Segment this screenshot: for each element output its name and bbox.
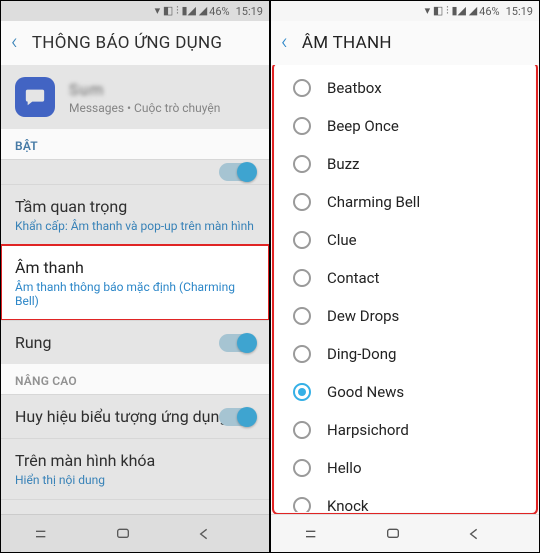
sound-option-label: Knock [327, 497, 369, 512]
radio-icon [293, 345, 311, 363]
clock: 15:19 [506, 5, 533, 18]
radio-icon [293, 155, 311, 173]
statusbar: ▾ ◧ ⫶ ▮◢ ◢ 46% 15:19 [1, 1, 269, 21]
sound-option[interactable]: Harpsichord [275, 411, 535, 449]
page-title: THÔNG BÁO ỨNG DỤNG [32, 33, 222, 53]
nav-back[interactable] [433, 515, 514, 552]
statusbar: ▾ ◧ ⫶ ▮◢ ◢ 46% 15:19 [271, 1, 539, 21]
master-toggle[interactable] [219, 163, 255, 181]
status-icons: ▾ ◧ ⫶ ▮◢ ◢ [155, 4, 208, 18]
advanced-header: NÂNG CAO [1, 364, 269, 394]
status-icons: ▾ ◧ ⫶ ▮◢ ◢ [425, 4, 478, 18]
messages-app-icon [15, 77, 55, 117]
settings-content: Sum Messages • Cuộc trò chuyện BẬT Tầm q… [1, 65, 269, 514]
sound-option-label: Good News [327, 383, 404, 401]
sound-option[interactable]: Good News [275, 373, 535, 411]
sound-option[interactable]: Dew Drops [275, 297, 535, 335]
sound-option-label: Clue [327, 231, 357, 249]
sound-option[interactable]: Buzz [275, 145, 535, 183]
sound-row[interactable]: Âm thanh Âm thanh thông báo mặc định (Ch… [1, 245, 269, 320]
sound-option-label: Hello [327, 459, 362, 477]
sound-title: Âm thanh [15, 258, 255, 277]
sound-option-label: Charming Bell [327, 193, 420, 211]
sound-option[interactable]: Ding-Dong [275, 335, 535, 373]
sound-option[interactable]: Beep Once [275, 107, 535, 145]
dnd-row[interactable]: Ng.lệ Không làm phiền tùy ch... Cho phép… [1, 499, 269, 514]
sound-option[interactable]: Charming Bell [275, 183, 535, 221]
appbar: ‹ ÂM THANH [271, 21, 539, 65]
radio-icon [293, 497, 311, 512]
sound-option-label: Buzz [327, 155, 360, 173]
phone-right-sounds: ▾ ◧ ⫶ ▮◢ ◢ 46% 15:19 ‹ ÂM THANH BeatboxB… [270, 0, 540, 553]
sound-option[interactable]: Hello [275, 449, 535, 487]
sound-content: Beatbox Beep Once Buzz Charming Bell Clue Con… [271, 65, 539, 514]
radio-icon [293, 193, 311, 211]
android-navbar [271, 514, 539, 552]
android-navbar [1, 514, 269, 552]
radio-icon [293, 307, 311, 325]
battery-text: 46% [479, 5, 499, 18]
sound-option-label: Contact [327, 269, 379, 287]
importance-title: Tầm quan trọng [15, 197, 255, 216]
appbar: ‹ THÔNG BÁO ỨNG DỤNG [1, 21, 269, 65]
importance-sub: Khẩn cấp: Âm thanh và pop-up trên màn hì… [15, 219, 255, 233]
sound-option-list[interactable]: Beatbox Beep Once Buzz Charming Bell Clue Con… [275, 65, 535, 512]
importance-row[interactable]: Tầm quan trọng Khẩn cấp: Âm thanh và pop… [1, 184, 269, 245]
sound-option[interactable]: Clue [275, 221, 535, 259]
app-header-text: Sum Messages • Cuộc trò chuyện [69, 80, 220, 115]
sound-option-label: Ding-Dong [327, 345, 396, 363]
radio-icon [293, 79, 311, 97]
sound-option[interactable]: Beatbox [275, 69, 535, 107]
back-icon[interactable]: ‹ [281, 32, 288, 54]
sound-option-label: Beep Once [327, 117, 399, 135]
nav-back[interactable] [163, 515, 244, 552]
sound-sub: Âm thanh thông báo mặc định (Charming Be… [15, 280, 255, 308]
radio-icon [293, 421, 311, 439]
nav-home[interactable] [82, 515, 163, 552]
vibrate-row[interactable]: Rung [1, 320, 269, 364]
nav-home[interactable] [352, 515, 433, 552]
radio-icon [293, 269, 311, 287]
nav-recents[interactable] [1, 515, 82, 552]
lockscreen-sub: Hiển thị nội dung [15, 473, 255, 487]
badge-row[interactable]: Huy hiệu biểu tượng ứng dụng [1, 394, 269, 438]
battery-text: 46% [209, 5, 229, 18]
radio-icon [293, 117, 311, 135]
vibrate-toggle[interactable] [219, 334, 255, 352]
badge-toggle[interactable] [219, 408, 255, 426]
sound-option[interactable]: Contact [275, 259, 535, 297]
sound-option-label: Dew Drops [327, 307, 399, 325]
lockscreen-title: Trên màn hình khóa [15, 451, 255, 470]
sound-option[interactable]: Knock [275, 487, 535, 512]
on-header: BẬT [1, 129, 269, 159]
clock: 15:19 [236, 5, 263, 18]
app-meta: Messages • Cuộc trò chuyện [69, 101, 220, 115]
app-header-row: Sum Messages • Cuộc trò chuyện [1, 65, 269, 129]
app-name: Sum [69, 80, 220, 99]
radio-icon [293, 383, 311, 401]
radio-icon [293, 231, 311, 249]
phone-left-settings: ▾ ◧ ⫶ ▮◢ ◢ 46% 15:19 ‹ THÔNG BÁO ỨNG DỤN… [0, 0, 270, 553]
page-title: ÂM THANH [302, 33, 392, 53]
lockscreen-row[interactable]: Trên màn hình khóa Hiển thị nội dung [1, 438, 269, 499]
nav-recents[interactable] [271, 515, 352, 552]
master-toggle-row[interactable] [1, 159, 269, 184]
sound-option-label: Harpsichord [327, 421, 409, 439]
sound-option-label: Beatbox [327, 79, 382, 97]
radio-icon [293, 459, 311, 477]
back-icon[interactable]: ‹ [11, 32, 18, 54]
